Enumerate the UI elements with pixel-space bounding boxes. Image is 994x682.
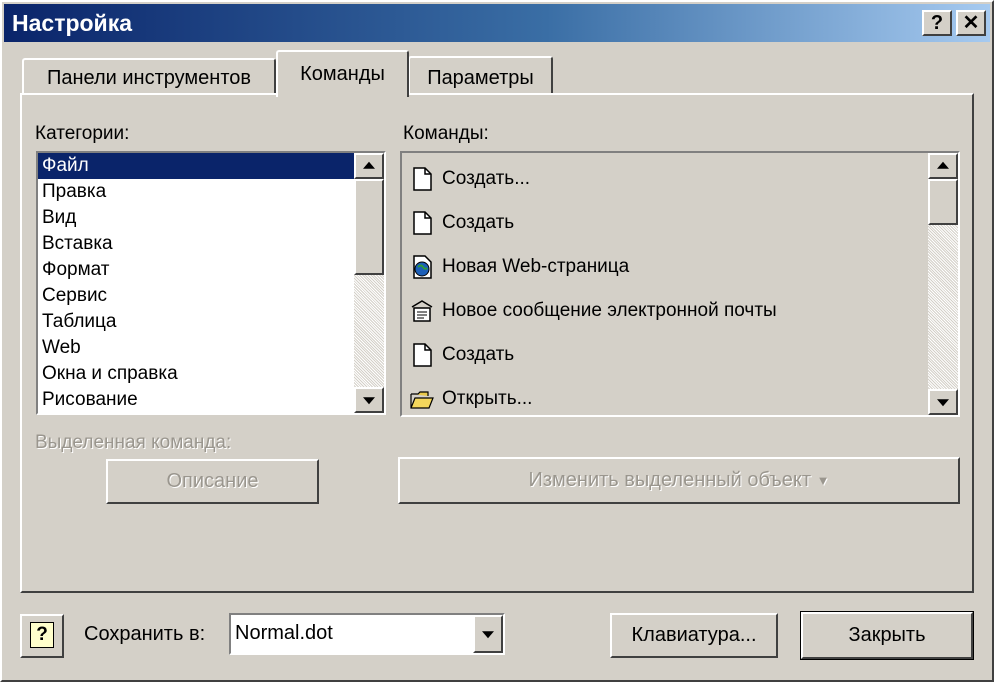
list-item[interactable]: Сервис xyxy=(38,283,354,309)
command-label: Создать xyxy=(442,344,515,365)
categories-list: Файл Правка Вид Вставка Формат Сервис Та… xyxy=(38,153,354,413)
document-icon xyxy=(413,167,432,191)
tab-label: Команды xyxy=(300,63,385,85)
modify-selection-label: Изменить выделенный объект xyxy=(528,469,812,491)
command-label: Новое сообщение электронной почты xyxy=(442,300,777,321)
list-item[interactable]: Окна и справка xyxy=(38,361,354,387)
tab-options[interactable]: Параметры xyxy=(408,56,553,95)
list-item[interactable]: Открыть... xyxy=(402,377,926,415)
save-in-label: Сохранить в: xyxy=(84,623,206,645)
scroll-down-button[interactable] xyxy=(928,389,958,415)
scroll-thumb[interactable] xyxy=(354,179,384,275)
open-folder-icon xyxy=(410,391,434,409)
window-title: Настройка xyxy=(12,10,132,36)
save-in-combobox[interactable]: Normal.dot xyxy=(229,613,505,655)
arrow-up-icon xyxy=(363,161,375,169)
save-in-dropdown-button[interactable] xyxy=(473,615,503,653)
arrow-up-icon xyxy=(937,161,949,169)
selected-command-label: Выделенная команда: xyxy=(35,432,232,453)
save-in-value: Normal.dot xyxy=(235,622,333,644)
list-item[interactable]: Правка xyxy=(38,179,354,205)
scroll-up-button[interactable] xyxy=(928,153,958,179)
tab-commands[interactable]: Команды xyxy=(276,50,409,97)
close-window-button[interactable]: ✕ xyxy=(956,10,986,36)
list-item[interactable]: Создать xyxy=(402,201,926,245)
description-button[interactable]: Описание xyxy=(106,459,319,504)
chevron-down-icon xyxy=(482,631,494,639)
customize-dialog: Настройка ? ✕ Панели инструментов Параме… xyxy=(0,0,994,682)
commands-list: Создать... Создать Новая Web-страница Но… xyxy=(402,157,926,415)
document-icon xyxy=(413,211,432,235)
tab-label: Параметры xyxy=(427,67,534,89)
arrow-down-icon xyxy=(363,397,375,405)
close-button-face: Закрыть xyxy=(801,612,973,659)
categories-label: Категории: xyxy=(35,123,130,144)
list-item[interactable]: Web xyxy=(38,335,354,361)
list-item[interactable]: Таблица xyxy=(38,309,354,335)
command-label: Создать... xyxy=(442,168,531,189)
email-message-icon xyxy=(411,300,433,322)
command-label: Создать xyxy=(442,212,515,233)
scroll-up-button[interactable] xyxy=(354,153,384,179)
commands-scrollbar[interactable] xyxy=(928,153,958,415)
help-icon-button[interactable]: ? xyxy=(20,614,64,658)
commands-label: Команды: xyxy=(403,123,489,144)
keyboard-button[interactable]: Клавиатура... xyxy=(610,613,778,658)
title-bar: Настройка ? ✕ xyxy=(4,4,990,42)
tab-toolbars[interactable]: Панели инструментов xyxy=(22,58,276,95)
document-icon xyxy=(413,343,432,367)
list-item[interactable]: Рисование xyxy=(38,387,354,413)
list-item[interactable]: Создать... xyxy=(402,157,926,201)
scroll-thumb[interactable] xyxy=(928,179,958,225)
arrow-down-icon xyxy=(937,399,949,407)
tab-label: Панели инструментов xyxy=(46,67,252,89)
categories-scrollbar[interactable] xyxy=(354,153,384,413)
close-button[interactable]: Закрыть xyxy=(800,611,974,660)
list-item[interactable]: Вставка xyxy=(38,231,354,257)
commands-listbox[interactable]: Создать... Создать Новая Web-страница Но… xyxy=(400,151,960,417)
list-item[interactable]: Вид xyxy=(38,205,354,231)
categories-listbox[interactable]: Файл Правка Вид Вставка Формат Сервис Та… xyxy=(36,151,386,415)
help-button[interactable]: ? xyxy=(922,10,952,36)
command-label: Открыть... xyxy=(442,388,533,409)
list-item[interactable]: Новая Web-страница xyxy=(402,245,926,289)
dropdown-arrow-icon: ▼ xyxy=(816,473,830,489)
modify-selection-button[interactable]: Изменить выделенный объект ▼ xyxy=(398,457,960,504)
scroll-down-button[interactable] xyxy=(354,387,384,413)
command-label: Новая Web-страница xyxy=(442,256,630,277)
question-mark-icon: ? xyxy=(30,622,54,648)
list-item[interactable]: Файл xyxy=(38,153,354,179)
list-item[interactable]: Создать xyxy=(402,333,926,377)
list-item[interactable]: Новое сообщение электронной почты xyxy=(402,289,926,333)
list-item[interactable]: Формат xyxy=(38,257,354,283)
web-page-icon xyxy=(413,255,432,279)
